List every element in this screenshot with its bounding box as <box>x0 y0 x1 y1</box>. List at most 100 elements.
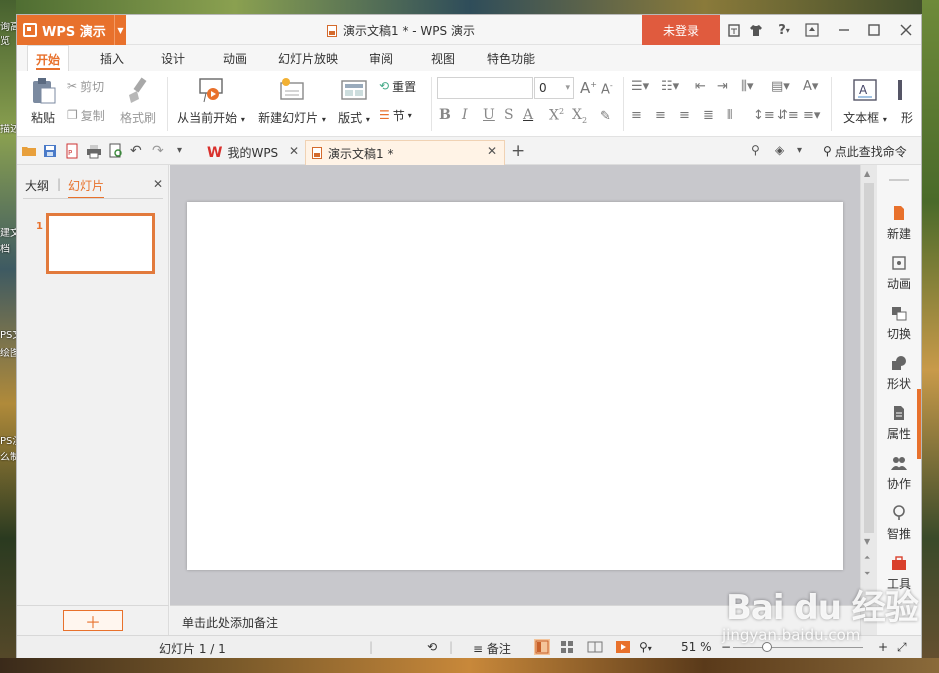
distribute-icon[interactable]: ⫴ <box>727 108 732 123</box>
reading-view-icon[interactable] <box>587 639 603 655</box>
increase-font-icon[interactable]: A+ <box>580 79 597 97</box>
restore-ribbon-icon[interactable] <box>803 21 821 39</box>
bold-icon[interactable]: B <box>439 107 451 123</box>
print-preview-icon[interactable] <box>108 143 124 159</box>
scroll-up-icon[interactable]: ▲ <box>864 169 870 178</box>
tab-outline[interactable]: 大纲 <box>25 177 49 194</box>
paragraph-settings-icon[interactable]: ≡▾ <box>803 108 820 123</box>
task-shape[interactable]: 形状 <box>877 355 921 392</box>
clear-format-icon[interactable]: ✎ <box>600 109 611 124</box>
pin-icon[interactable]: ⚲ <box>751 143 767 159</box>
slide-thumbnail[interactable] <box>46 213 155 274</box>
new-tab-icon[interactable]: + <box>511 141 525 161</box>
customize-quick-access-icon[interactable]: ▾ <box>177 145 193 161</box>
subscript-icon[interactable]: X2 <box>572 107 587 125</box>
bookmark-icon[interactable]: ◈ <box>775 143 791 159</box>
task-recommend[interactable]: 智推 <box>877 505 921 542</box>
tab-slides[interactable]: 幻灯片 <box>68 177 105 199</box>
tab-insert[interactable]: 插入 <box>92 45 132 71</box>
font-size-select[interactable]: 0 <box>534 77 574 99</box>
tab-view[interactable]: 视图 <box>423 45 463 71</box>
task-new[interactable]: 新建 <box>877 205 921 242</box>
slide-canvas[interactable] <box>187 202 843 570</box>
desktop-icon-label[interactable]: 绘图 <box>0 348 16 359</box>
decrease-indent-icon[interactable]: ⇤ <box>695 79 706 94</box>
slideshow-play-icon[interactable] <box>615 639 631 655</box>
format-painter-button[interactable]: 格式刷 <box>117 75 159 126</box>
skin-icon[interactable] <box>725 21 743 39</box>
more-options-icon[interactable]: ▾ <box>797 145 813 161</box>
task-property[interactable]: 属性 <box>877 405 921 442</box>
justify-icon[interactable]: ≣ <box>703 108 714 123</box>
shape-button-partial[interactable]: 形 <box>897 75 917 126</box>
tab-design[interactable]: 设计 <box>153 45 193 71</box>
desktop-icon-label[interactable]: 档 <box>0 244 16 255</box>
italic-icon[interactable]: I <box>462 107 468 123</box>
maximize-icon[interactable] <box>865 21 883 39</box>
copy-button[interactable]: ❐ 复制 <box>67 104 105 126</box>
app-menu-button[interactable]: WPS 演示 ▼ <box>17 15 126 45</box>
tab-document[interactable]: 演示文稿1 * <box>305 140 505 165</box>
minimize-icon[interactable] <box>835 21 853 39</box>
slide-sorter-view-icon[interactable] <box>559 639 575 655</box>
font-family-select[interactable] <box>437 77 533 99</box>
close-document-tab-icon[interactable]: ✕ <box>487 144 497 158</box>
superscript-icon[interactable]: X2 <box>549 107 564 124</box>
print-icon[interactable] <box>86 143 102 159</box>
zoom-level[interactable]: 51 % <box>681 640 712 654</box>
textbox-button[interactable]: A 文本框 ▾ <box>841 75 889 126</box>
normal-view-icon[interactable] <box>534 639 550 655</box>
font-color-icon[interactable]: A <box>523 107 533 123</box>
new-slide-button[interactable]: 新建幻灯片 ▾ <box>255 75 329 126</box>
open-folder-icon[interactable] <box>21 143 37 159</box>
tab-slideshow[interactable]: 幻灯片放映 <box>273 45 343 71</box>
align-left-icon[interactable]: ≡ <box>631 108 642 123</box>
numbered-list-icon[interactable]: ☷▾ <box>661 79 679 94</box>
task-transition[interactable]: 切换 <box>877 305 921 342</box>
close-icon[interactable] <box>897 21 915 39</box>
desktop-icon-label[interactable]: 览 <box>0 36 16 47</box>
shadow-text-icon[interactable]: S <box>504 107 514 123</box>
underline-icon[interactable]: U <box>483 107 495 123</box>
slideshow-settings-icon[interactable]: ⚲▾ <box>639 640 652 654</box>
desktop-icon-label[interactable]: 么制 <box>0 452 16 463</box>
export-pdf-icon[interactable]: P <box>64 143 80 159</box>
paste-button[interactable]: 粘贴 <box>25 75 61 126</box>
task-pane-collapse-handle[interactable] <box>917 389 921 459</box>
close-panel-icon[interactable]: ✕ <box>153 177 163 191</box>
section-button[interactable]: ☰ 节 ▾ <box>379 104 412 126</box>
text-align-icon[interactable]: A▾ <box>803 79 818 94</box>
tab-special-features[interactable]: 特色功能 <box>481 45 541 71</box>
paragraph-spacing-icon[interactable]: ⇵≡ <box>777 108 799 123</box>
scrollbar-thumb[interactable] <box>864 183 874 533</box>
desktop-icon-label[interactable]: PS演 <box>0 436 16 447</box>
add-slide-button[interactable]: ＋ <box>63 610 123 632</box>
help-button[interactable]: ? ▾ <box>771 21 797 39</box>
undo-icon[interactable]: ↶ <box>130 143 146 159</box>
desktop-icon-label[interactable]: PS文 <box>0 330 16 341</box>
reset-button[interactable]: ⟲ 重置 <box>379 75 416 97</box>
desktop-icon-label[interactable]: 描述 <box>0 124 16 135</box>
line-spacing-icon[interactable]: ↕≡ <box>753 108 775 123</box>
app-menu-dropdown-icon[interactable]: ▼ <box>114 15 126 45</box>
columns-icon[interactable]: ▤▾ <box>771 79 790 94</box>
tab-my-wps[interactable]: W 我的WPS <box>201 140 301 165</box>
align-right-icon[interactable]: ≡ <box>679 108 690 123</box>
cut-button[interactable]: ✂ 剪切 <box>67 75 104 97</box>
notes-toggle[interactable]: ≡ 备注 <box>473 640 511 657</box>
redo-icon[interactable]: ↷ <box>152 143 168 159</box>
desktop-icon-label[interactable]: 询高 <box>0 22 16 33</box>
tab-review[interactable]: 审阅 <box>361 45 401 71</box>
previous-slide-icon[interactable]: ⏶ <box>864 553 870 563</box>
desktop-icon-label[interactable]: 建文 <box>0 228 16 239</box>
tab-animation[interactable]: 动画 <box>215 45 255 71</box>
task-collaborate[interactable]: 协作 <box>877 455 921 492</box>
bullet-list-icon[interactable]: ☰▾ <box>631 79 649 94</box>
vertical-scrollbar[interactable]: ▲ ▼ ⏶ ⏷ <box>860 165 877 635</box>
shirt-icon[interactable] <box>747 21 765 39</box>
decrease-font-icon[interactable]: A- <box>601 81 613 97</box>
save-icon[interactable] <box>42 143 58 159</box>
close-my-wps-tab-icon[interactable]: ✕ <box>289 144 299 158</box>
command-search[interactable]: ⚲ 点此查找命令 <box>823 140 907 162</box>
task-animation[interactable]: 动画 <box>877 255 921 292</box>
